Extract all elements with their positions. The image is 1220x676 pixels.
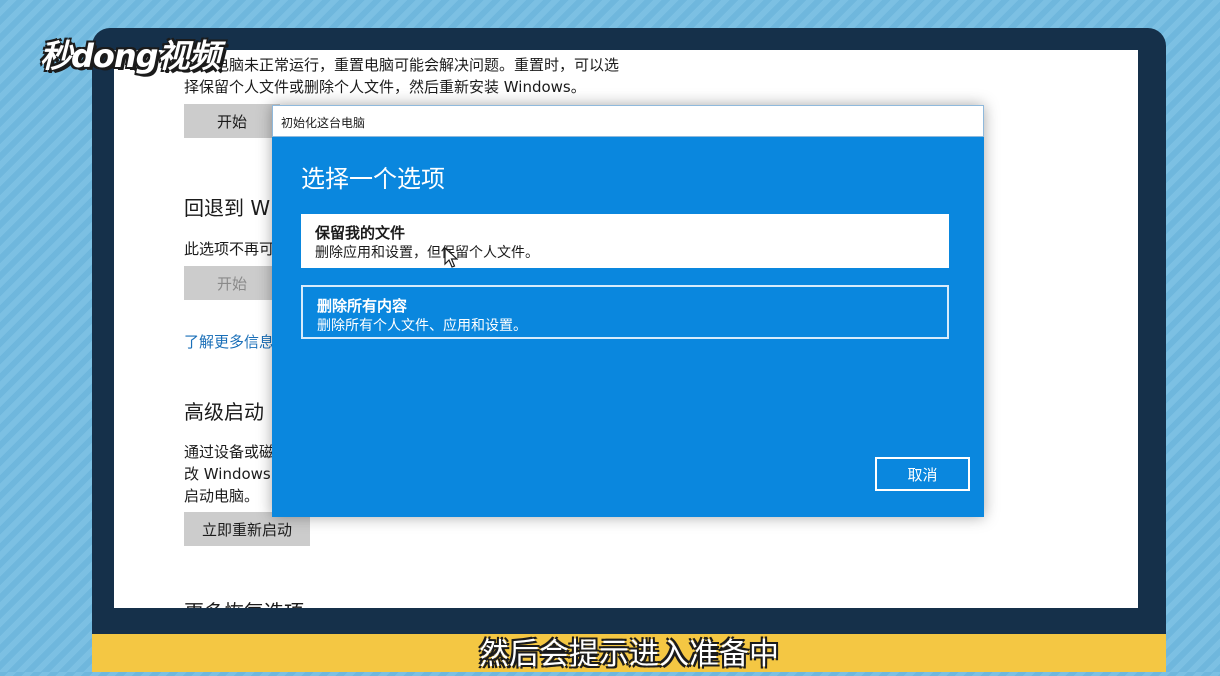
advanced-description-line1: 通过设备或磁 <box>184 443 275 461</box>
dialog-heading: 选择一个选项 <box>301 165 445 193</box>
subtitle-bar: 然后会提示进入准备中 <box>92 634 1166 672</box>
restart-now-button[interactable]: 立即重新启动 <box>184 512 310 546</box>
goback-heading: 回退到 W <box>184 196 271 220</box>
goback-description: 此选项不再可 <box>184 240 275 258</box>
reset-start-button[interactable]: 开始 <box>184 104 280 138</box>
advanced-description-line2: 改 Windows <box>184 465 271 483</box>
dialog-title: 初始化这台电脑 <box>281 116 366 130</box>
option-description: 删除应用和设置，但保留个人文件。 <box>315 245 539 261</box>
reset-description-line2: 择保留个人文件或删除个人文件，然后重新安装 Windows。 <box>184 78 586 96</box>
advanced-startup-heading: 高级启动 <box>184 400 264 424</box>
reset-description-line1: 电脑未正常运行，重置电脑可能会解决问题。重置时，可以选 <box>214 56 620 74</box>
reset-pc-dialog: 初始化这台电脑 选择一个选项 保留我的文件 删除应用和设置，但保留个人文件。 删… <box>272 105 984 517</box>
option-title: 保留我的文件 <box>315 224 406 242</box>
option-description: 删除所有个人文件、应用和设置。 <box>317 318 527 334</box>
keep-my-files-option[interactable]: 保留我的文件 删除应用和设置，但保留个人文件。 <box>301 214 949 268</box>
goback-start-button[interactable]: 开始 <box>184 266 280 300</box>
cancel-button[interactable]: 取消 <box>875 457 970 491</box>
option-title: 删除所有内容 <box>317 297 408 315</box>
brand-logo: 秒dong视频 <box>40 37 221 75</box>
more-recovery-options-heading: 更多恢复选项 <box>184 596 304 608</box>
learn-more-link[interactable]: 了解更多信息 <box>184 331 274 352</box>
subtitle-text: 然后会提示进入准备中 <box>479 637 779 672</box>
advanced-description-line3: 启动电脑。 <box>184 487 260 505</box>
dialog-titlebar: 初始化这台电脑 <box>272 105 984 137</box>
remove-everything-option[interactable]: 删除所有内容 删除所有个人文件、应用和设置。 <box>301 285 949 339</box>
mouse-cursor-icon <box>444 247 458 268</box>
